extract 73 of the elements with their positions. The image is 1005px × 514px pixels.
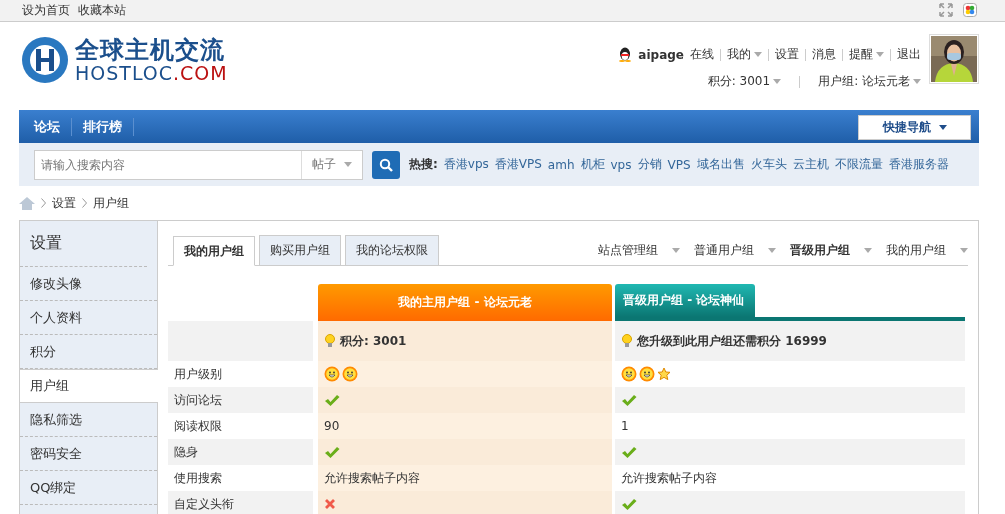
user-avatar[interactable] xyxy=(929,34,979,84)
fullscreen-icon[interactable] xyxy=(939,3,953,17)
hot-search-link[interactable]: 不限流量 xyxy=(834,156,883,173)
row-label: 自定义头衔 xyxy=(168,491,313,514)
checkmark-icon xyxy=(324,393,340,407)
cell-text: 90 xyxy=(324,419,340,433)
column-header: 我的主用户组 - 论坛元老 xyxy=(318,284,612,321)
online-status: 在线 xyxy=(690,46,714,63)
chevron-right-icon xyxy=(41,198,46,208)
group-menu[interactable]: 普通用户组 xyxy=(694,241,776,259)
site-logo[interactable]: 全球主机交流 HOSTLOC.COM xyxy=(19,32,269,88)
quick-nav-button[interactable]: 快捷导航 xyxy=(858,115,971,140)
cross-icon xyxy=(324,498,336,510)
hot-search-link[interactable]: 机柜 xyxy=(580,156,605,173)
hot-search-label: 热搜: xyxy=(409,156,438,173)
checkmark-icon xyxy=(621,445,637,459)
hot-search-link[interactable]: VPS xyxy=(667,157,691,172)
sidebar-item[interactable]: 隐私筛选 xyxy=(20,403,157,437)
cell-text: 允许搜索帖子内容 xyxy=(324,469,420,487)
checkmark-icon xyxy=(621,497,637,511)
username[interactable]: aipage xyxy=(638,47,684,62)
chevron-right-icon xyxy=(82,198,87,208)
color-palette-icon[interactable] xyxy=(963,3,977,17)
hot-search-link[interactable]: 分销 xyxy=(637,156,662,173)
nav-item[interactable]: 排行榜 xyxy=(72,117,134,136)
checkmark-icon xyxy=(324,445,340,459)
breadcrumb-link[interactable]: 设置 xyxy=(52,194,76,212)
cell-text: 允许搜索帖子内容 xyxy=(621,469,717,487)
sidebar-item[interactable]: 个人资料 xyxy=(20,301,157,335)
tab[interactable]: 我的用户组 xyxy=(173,236,255,266)
user-menu-link[interactable]: 我的 xyxy=(727,46,762,63)
user-menu-link[interactable]: 消息 xyxy=(812,46,836,63)
hot-search-link[interactable]: 香港vps xyxy=(443,156,489,173)
user-menu-link[interactable]: 设置 xyxy=(775,46,799,63)
sidebar-item[interactable]: 修改头像 xyxy=(20,267,157,301)
search-button[interactable] xyxy=(372,150,400,179)
points-summary: 积分: 3001 xyxy=(340,332,407,350)
hot-search-link[interactable]: 香港服务器 xyxy=(888,156,949,173)
penguin-icon xyxy=(618,47,633,62)
sidebar-item[interactable]: 密码安全 xyxy=(20,437,157,471)
points-summary: 您升级到此用户组还需积分 16999 xyxy=(637,332,827,350)
search-icon xyxy=(379,157,393,172)
group-menu[interactable]: 晋级用户组 xyxy=(790,241,872,259)
usergroup-link[interactable]: 用户组: 论坛元老 xyxy=(818,73,921,90)
tab[interactable]: 我的论坛权限 xyxy=(345,235,439,265)
hot-search-link[interactable]: 火车头 xyxy=(750,156,787,173)
top-link[interactable]: 设为首页 xyxy=(22,2,70,19)
nav-item[interactable]: 论坛 xyxy=(23,117,72,136)
search-type-select[interactable]: 帖子 xyxy=(301,150,362,179)
breadcrumb-link[interactable]: 用户组 xyxy=(93,194,129,212)
hot-search-link[interactable]: vps xyxy=(610,157,632,172)
hot-search-link[interactable]: amh xyxy=(547,157,575,172)
group-menu[interactable]: 我的用户组 xyxy=(886,241,968,259)
row-label: 隐身 xyxy=(168,439,313,465)
sidebar-item[interactable]: QQ绑定 xyxy=(20,471,157,505)
row-label: 访问论坛 xyxy=(168,387,313,413)
hot-search-link[interactable]: 香港VPS xyxy=(494,156,542,173)
lightbulb-icon xyxy=(324,334,336,348)
sidebar-title: 设置 xyxy=(20,221,147,267)
group-menu[interactable]: 站点管理组 xyxy=(598,241,680,259)
hot-search-link[interactable]: 域名出售 xyxy=(696,156,745,173)
user-menu-link[interactable]: 退出 xyxy=(897,46,921,63)
column-header: 晋级用户组 - 论坛神仙 xyxy=(615,284,755,317)
points-link[interactable]: 积分: 3001 xyxy=(707,73,782,90)
cell-text: 1 xyxy=(621,419,629,433)
checkmark-icon xyxy=(621,393,637,407)
top-link[interactable]: 收藏本站 xyxy=(78,2,126,19)
sidebar-item[interactable]: 用户组 xyxy=(20,369,158,403)
search-field[interactable]: 请输入搜索内容 帖子 xyxy=(34,149,363,180)
tab[interactable]: 购买用户组 xyxy=(259,235,341,265)
lightbulb-icon xyxy=(621,334,633,348)
hot-search-link[interactable]: 云主机 xyxy=(792,156,829,173)
user-menu-link[interactable]: 提醒 xyxy=(849,46,884,63)
